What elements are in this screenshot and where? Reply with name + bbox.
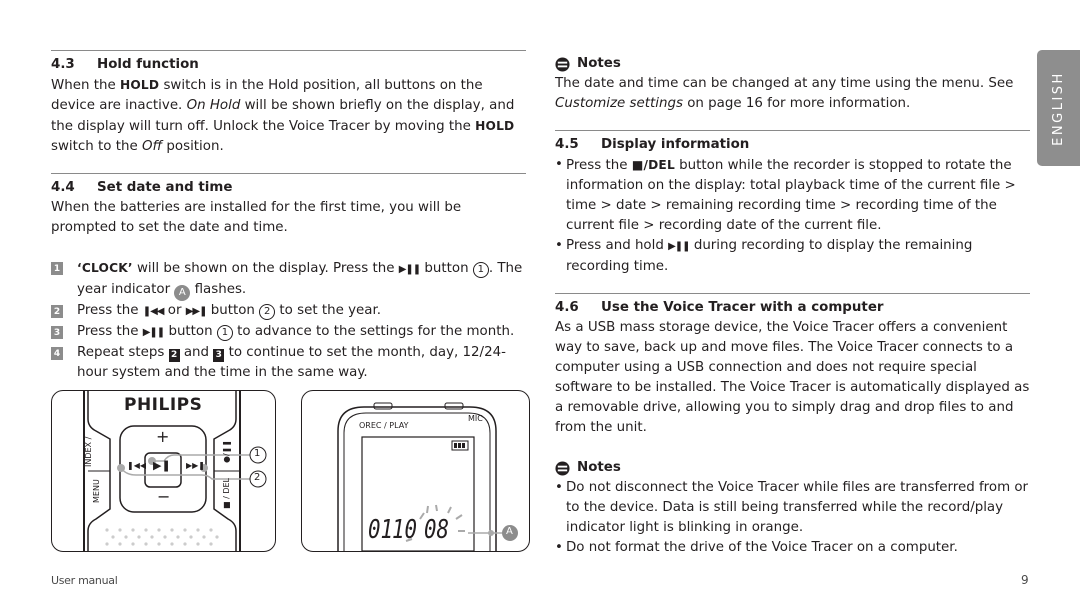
section-heading: 4.3 Hold function (51, 55, 526, 75)
next-button[interactable]: ▶▶❚ (186, 461, 205, 470)
step-badge: 3 (51, 326, 63, 339)
notes-datetime: Notes The date and time can be changed a… (555, 54, 1030, 114)
section-heading: 4.6 Use the Voice Tracer with a computer (555, 298, 1030, 318)
step-2: 2 Press the ❚◀◀ or ▶▶❚ button 2 to set t… (51, 301, 526, 322)
step-badge: 1 (51, 262, 63, 275)
figure-device-buttons: PHILIPS + − ❚◀◀ ▶❚ ▶▶❚ INDEX / MENU ●/❚❚… (51, 390, 276, 552)
divider (51, 173, 526, 174)
list-item: Press the ■/DEL button while the recorde… (555, 155, 1030, 236)
right-column: Notes The date and time can be changed a… (555, 54, 1030, 558)
notes-icon (555, 56, 570, 72)
section-title: Display information (601, 137, 750, 152)
battery-icon (452, 441, 468, 450)
play-pause-icon: ▶❚❚ (398, 264, 421, 275)
list-item: Do not format the drive of the Voice Tra… (555, 538, 1030, 558)
datetime-intro: When the batteries are installed for the… (51, 200, 462, 235)
step-1: 1 ‘CLOCK’ will be shown on the display. … (51, 258, 526, 301)
menu-button[interactable]: MENU (92, 479, 101, 503)
section-display-information: 4.5 Display information Press the ■/DEL … (555, 135, 1030, 277)
notes-bullets: Do not disconnect the Voice Tracer while… (555, 478, 1030, 558)
mic-label: MIC (468, 414, 483, 423)
language-tab[interactable]: ENGLISH (1037, 50, 1080, 166)
philips-logo: PHILIPS (124, 395, 203, 415)
volume-up-button[interactable]: + (156, 427, 169, 446)
step-badge: 2 (51, 305, 63, 318)
callout-1: 1 (472, 262, 489, 278)
page-number: 9 (1021, 573, 1029, 587)
record-button[interactable]: ●/❚❚ (222, 440, 231, 463)
section-number: 4.3 (51, 57, 75, 72)
section-title: Use the Voice Tracer with a computer (601, 300, 884, 315)
step-ref-badge: 2 (168, 348, 180, 362)
rec-play-label: OREC / PLAY (359, 421, 409, 430)
notes-heading: Notes (555, 54, 1030, 74)
divider (555, 130, 1030, 131)
section-set-date-time: 4.4 Set date and time When the batteries… (51, 178, 526, 383)
section-number: 4.4 (51, 180, 75, 195)
volume-down-button[interactable]: − (157, 487, 170, 506)
play-pause-icon: ▶❚❚ (142, 327, 165, 338)
figure-device-display: OREC / PLAY MIC 01 10 08 A (301, 390, 530, 552)
computer-paragraph: As a USB mass storage device, the Voice … (555, 320, 1030, 435)
play-pause-button[interactable]: ▶❚ (153, 459, 171, 472)
step-4: 4 Repeat steps 2 and 3 to continue to se… (51, 343, 526, 383)
footer-label: User manual (51, 574, 118, 587)
display-year-digits: 08 (424, 515, 450, 545)
left-column: 4.3 Hold function When the HOLD switch i… (51, 50, 526, 383)
step-3: 3 Press the ▶❚❚ button 1 to advance to t… (51, 322, 526, 343)
previous-button[interactable]: ❚◀◀ (127, 461, 146, 470)
callout-1: 1 (254, 448, 261, 459)
notes-text: The date and time can be changed at any … (555, 76, 1014, 111)
section-heading: 4.5 Display information (555, 135, 1030, 155)
section-use-with-computer: 4.6 Use the Voice Tracer with a computer… (555, 298, 1030, 438)
divider (555, 293, 1030, 294)
customize-settings-ref: Customize settings (555, 96, 683, 111)
list-item: Do not disconnect the Voice Tracer while… (555, 478, 1030, 538)
notes-icon (555, 460, 570, 476)
section-title: Set date and time (97, 180, 233, 195)
next-icon: ▶▶❚ (185, 306, 208, 317)
callout-2: 2 (254, 472, 261, 483)
notes-heading: Notes (555, 458, 1030, 478)
step-badge: 4 (51, 347, 63, 360)
callout-a: A (174, 285, 191, 301)
play-pause-icon: ▶❚❚ (668, 241, 690, 252)
language-label: ENGLISH (1051, 70, 1066, 146)
previous-icon: ❚◀◀ (142, 306, 165, 317)
hold-paragraph: When the HOLD switch is in the Hold posi… (51, 78, 515, 154)
display-digits-mid: 10 (392, 515, 418, 545)
divider (51, 50, 526, 51)
callout-2: 2 (259, 304, 276, 320)
section-number: 4.5 (555, 137, 579, 152)
callout-1: 1 (216, 325, 233, 341)
section-heading: 4.4 Set date and time (51, 178, 526, 198)
section-title: Hold function (97, 57, 199, 72)
callout-a: A (506, 526, 513, 537)
display-digits-left: 01 (368, 515, 394, 545)
section-number: 4.6 (555, 300, 579, 315)
list-item: Press and hold ▶❚❚ during recording to d… (555, 236, 1030, 277)
stop-delete-button[interactable]: ■ / DEL (222, 478, 231, 509)
section-hold-function: 4.3 Hold function When the HOLD switch i… (51, 55, 526, 157)
index-button[interactable]: INDEX / (84, 437, 93, 467)
display-bullets: Press the ■/DEL button while the recorde… (555, 155, 1030, 277)
step-ref-badge: 3 (213, 348, 225, 362)
notes-computer: Notes Do not disconnect the Voice Tracer… (555, 458, 1030, 558)
